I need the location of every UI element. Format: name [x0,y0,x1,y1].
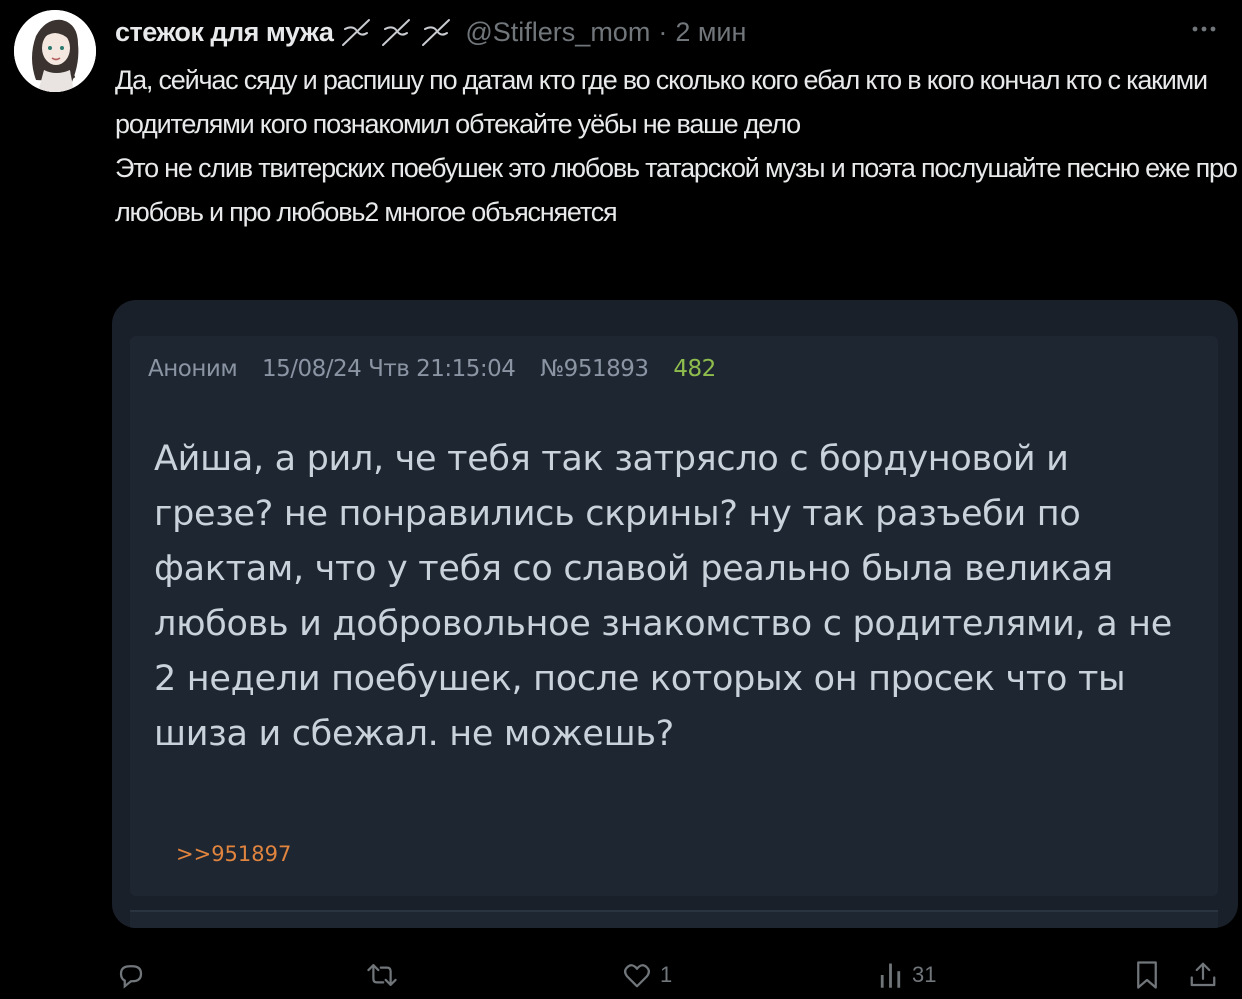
display-name[interactable]: стежок для мужа [115,17,334,48]
post-author: Аноним [148,356,238,382]
retweet-icon [366,960,398,990]
embedded-post: Аноним 15/08/24 Чтв 21:15:04 №951893 482… [130,336,1218,896]
tweet-media[interactable]: Аноним 15/08/24 Чтв 21:15:04 №951893 482… [112,300,1238,928]
needle-emoji-icon [337,17,453,47]
more-icon[interactable] [1186,14,1222,44]
avatar[interactable] [14,10,96,92]
post-meta: Аноним 15/08/24 Чтв 21:15:04 №951893 482 [148,356,734,382]
post-reply-link: >>951897 [176,842,292,866]
handle[interactable]: @Stiflers_mom [465,17,650,48]
like-icon [622,961,652,989]
post-number: №951893 [540,356,649,382]
timestamp[interactable]: 2 мин [675,17,746,48]
tweet-header: стежок для мужа @Stiflers_mom · 2 мин [115,14,1222,50]
separator: · [658,16,668,47]
bookmark-icon [1134,960,1160,990]
next-post-edge [130,910,1218,928]
like-button[interactable]: 1 [622,955,672,995]
share-icon [1188,960,1218,990]
retweet-button[interactable] [366,955,406,995]
views-icon [878,961,904,989]
post-date: 15/08/24 Чтв 21:15:04 [262,356,516,382]
post-replies: 482 [673,356,716,382]
like-count: 1 [660,962,673,987]
tweet-body: Да, сейчас сяду и распишу по датам кто г… [115,65,1238,227]
reply-button[interactable] [116,955,154,995]
views-button[interactable]: 31 [878,955,936,995]
tweet-text: Да, сейчас сяду и распишу по датам кто г… [115,58,1240,234]
bookmark-button[interactable] [1134,955,1160,995]
post-body: Айша, а рил, че тебя так затрясло с борд… [154,439,1172,754]
reply-icon [116,960,146,990]
share-button[interactable] [1188,955,1218,995]
views-count: 31 [912,962,937,987]
action-bar: 1 31 [112,955,1238,995]
avatar-illustration [14,10,96,92]
